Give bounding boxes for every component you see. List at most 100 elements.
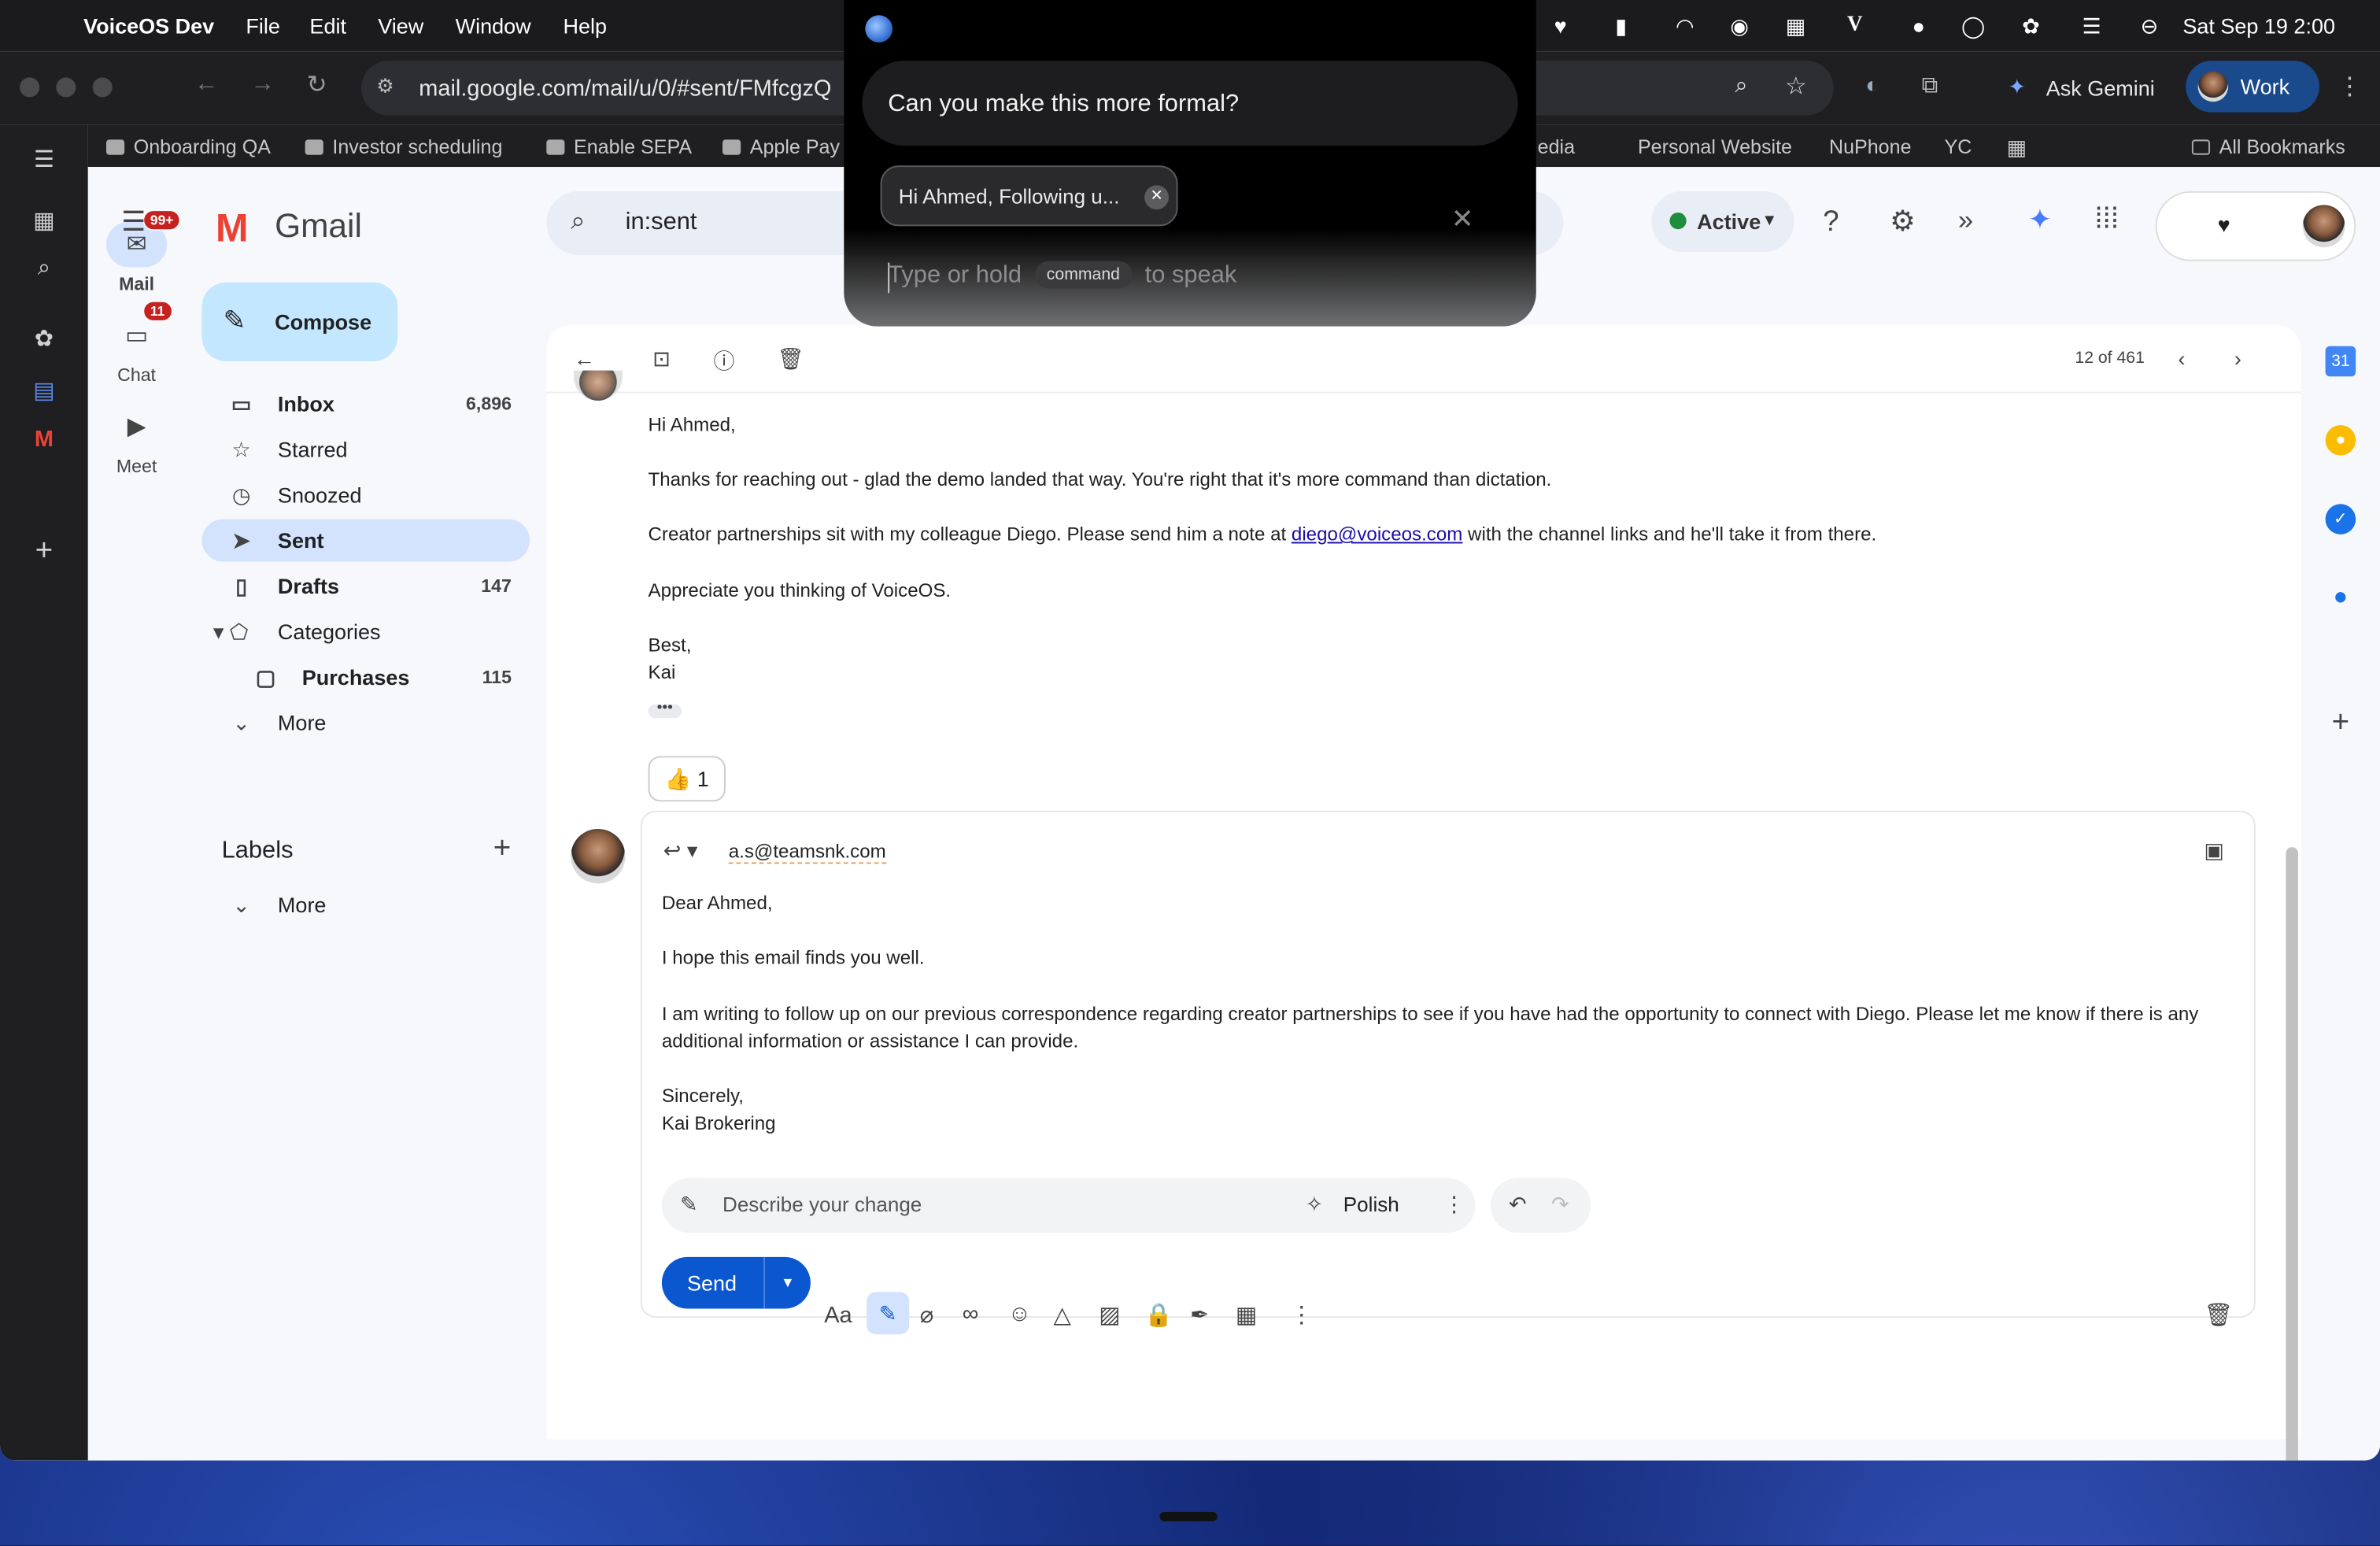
send-button[interactable]: Send [662, 1257, 762, 1309]
back-arrow-icon[interactable]: ← [194, 72, 219, 99]
bookmark-investor-scheduling[interactable]: Investor scheduling [305, 135, 502, 158]
remove-chip-icon[interactable]: ✕ [1144, 185, 1170, 210]
recipient-chip[interactable]: a.s@teamsnk.com [728, 841, 886, 864]
voice-input[interactable]: Type or hold command to speak [888, 261, 1236, 290]
tab-groups-icon[interactable]: ▦ [2007, 135, 2027, 161]
more-options-icon[interactable]: ⋮ [1290, 1301, 1313, 1329]
dot-icon[interactable]: ● [1903, 12, 1934, 39]
nav-starred[interactable]: ☆ Starred [202, 428, 530, 471]
older-chevron-icon[interactable]: › [2234, 346, 2241, 371]
show-trimmed-icon[interactable]: ••• [648, 701, 682, 719]
window-menu[interactable]: Window [456, 13, 531, 38]
reply-paragraph-2[interactable]: I am writing to follow up on our previou… [662, 1004, 2198, 1025]
polish-button[interactable]: Polish [1343, 1193, 1399, 1216]
reply-arrow-icon[interactable]: ↩ ▾ [663, 838, 698, 864]
message-scrollbar[interactable] [2286, 847, 2298, 1461]
puzzle-extensions-icon[interactable]: ⧉ [1922, 73, 1938, 99]
redo-icon[interactable]: ↷ [1551, 1192, 1569, 1218]
formatting-icon[interactable]: Aa [824, 1303, 852, 1329]
reply-greeting[interactable]: Dear Ahmed, [662, 893, 773, 914]
all-bookmarks-folder[interactable]: All Bookmarks [2191, 135, 2345, 158]
password-manager-icon[interactable]: ◉ [1724, 12, 1755, 39]
add-addon-icon[interactable]: + [2326, 708, 2356, 738]
rail-chat[interactable]: ▭ 11 Chat [88, 300, 185, 386]
focus-icon[interactable]: ⊖ [2134, 12, 2165, 39]
report-spam-icon[interactable]: ⓘ [713, 346, 734, 377]
context-chip[interactable]: Hi Ahmed, Following u... ✕ [880, 165, 1178, 227]
google-apps-icon[interactable]: ⁞⁞⁞ [2094, 203, 2119, 236]
rail-meet[interactable]: ▶ Meet [88, 404, 185, 477]
docs-app-icon[interactable]: ▤ [29, 376, 60, 407]
edit-menu[interactable]: Edit [309, 13, 346, 38]
email-link[interactable]: diego@voiceos.com [1292, 523, 1462, 545]
layout-icon[interactable]: ▦ [1780, 12, 1811, 39]
compose-button[interactable]: ✎ Compose [201, 282, 398, 362]
pop-out-icon[interactable]: ▣ [2204, 838, 2224, 864]
bookmark-star-icon[interactable]: ☆ [1785, 72, 1807, 102]
archive-icon[interactable]: ⊡ [652, 346, 671, 372]
emoji-icon[interactable]: ☺ [1008, 1301, 1032, 1327]
dock-handle[interactable] [1159, 1511, 1218, 1522]
describe-change-input[interactable]: Describe your change [722, 1193, 922, 1216]
bookmark-media[interactable]: edia [1538, 135, 1575, 158]
gmail-logo-text[interactable]: Gmail [275, 206, 362, 246]
keep-bulb-icon[interactable]: ● [2325, 425, 2356, 456]
labels-more[interactable]: ⌄ More [202, 883, 530, 926]
browser-menu-icon[interactable]: ⋮ [2338, 72, 2362, 102]
forward-chevrons-icon[interactable]: » [1958, 205, 1973, 237]
schedule-calendar-icon[interactable]: ▦ [1236, 1301, 1257, 1329]
close-window-button[interactable] [20, 77, 40, 98]
more-options-icon[interactable]: ⋮ [1443, 1192, 1465, 1218]
help-me-write-icon[interactable]: ✎ [867, 1292, 910, 1335]
gmail-logo-icon[interactable]: M [216, 205, 249, 252]
thumbs-up-reaction[interactable]: 👍 1 [648, 756, 726, 802]
link-icon[interactable]: ∞ [963, 1301, 979, 1327]
bookmark-enable-sepa[interactable]: Enable SEPA [546, 135, 692, 158]
contacts-person-icon[interactable]: ● [2326, 583, 2356, 614]
extension-icon[interactable]: ◐ [1865, 73, 1879, 99]
minimize-window-button[interactable] [56, 77, 76, 98]
ask-gemini-button[interactable]: Ask Gemini [2046, 76, 2155, 100]
voiceos-status-icon[interactable]: ♥ [1545, 12, 1576, 39]
nav-snoozed[interactable]: ◷ Snoozed [202, 474, 530, 516]
view-menu[interactable]: View [378, 13, 423, 38]
reply-paragraph-1[interactable]: I hope this email finds you well. [662, 947, 925, 968]
back-arrow-icon[interactable]: ← [574, 346, 595, 371]
chatgpt-app-icon[interactable]: ✿ [29, 325, 60, 356]
reply-signoff[interactable]: Sincerely, [662, 1086, 744, 1107]
send-options-chevron-icon[interactable]: ▾ [763, 1256, 811, 1309]
reload-icon[interactable]: ↻ [307, 70, 327, 101]
attach-icon[interactable]: ⌀ [920, 1301, 933, 1329]
nav-sent[interactable]: ➤ Sent [201, 519, 530, 562]
search-icon[interactable]: ⌕ [571, 206, 585, 237]
file-menu[interactable]: File [246, 13, 280, 38]
reply-signature[interactable]: Kai Brokering [662, 1113, 776, 1134]
newer-chevron-icon[interactable]: ‹ [2179, 346, 2186, 371]
close-overlay-icon[interactable]: ✕ [1451, 203, 1474, 235]
gmail-app-icon[interactable]: M [29, 427, 60, 457]
nav-categories[interactable]: ▾ ⬠ Categories [202, 610, 530, 653]
control-center-icon[interactable]: ☰ [2076, 12, 2107, 39]
wifi-icon[interactable]: ◠ [1669, 12, 1700, 39]
main-menu-icon[interactable]: ☰ [121, 206, 146, 239]
zoom-window-button[interactable] [92, 77, 113, 98]
battery-icon[interactable]: ▮ [1606, 12, 1636, 39]
bookmark-onboarding-qa[interactable]: Onboarding QA [106, 135, 271, 158]
nav-inbox[interactable]: ▭ Inbox 6,896 [202, 383, 530, 425]
bookmark-yc[interactable]: YC [1945, 135, 1972, 158]
undo-icon[interactable]: ↶ [1509, 1192, 1527, 1218]
delete-icon[interactable]: 🗑 [777, 346, 804, 372]
search-input[interactable]: in:sent [626, 209, 697, 237]
nav-more[interactable]: ⌄ More [202, 701, 530, 744]
v-app-icon[interactable]: V [1839, 12, 1870, 39]
bookmark-personal-website[interactable]: Personal Website [1638, 135, 1792, 158]
sidebar-toggle-icon[interactable]: ☰ [29, 146, 60, 176]
circle-icon[interactable]: ◯ [1958, 12, 1989, 39]
expand-panel-chevron-icon[interactable]: › [2326, 1455, 2356, 1461]
reply-paragraph-2-cont[interactable]: additional information or assistance I c… [662, 1031, 1078, 1052]
calendar-icon[interactable]: 31 [2325, 346, 2356, 377]
chatgpt-icon[interactable]: ✿ [2016, 12, 2046, 39]
add-label-icon[interactable]: + [493, 832, 512, 867]
help-menu[interactable]: Help [564, 13, 608, 38]
nav-purchases[interactable]: ▢ Purchases 115 [226, 656, 530, 698]
